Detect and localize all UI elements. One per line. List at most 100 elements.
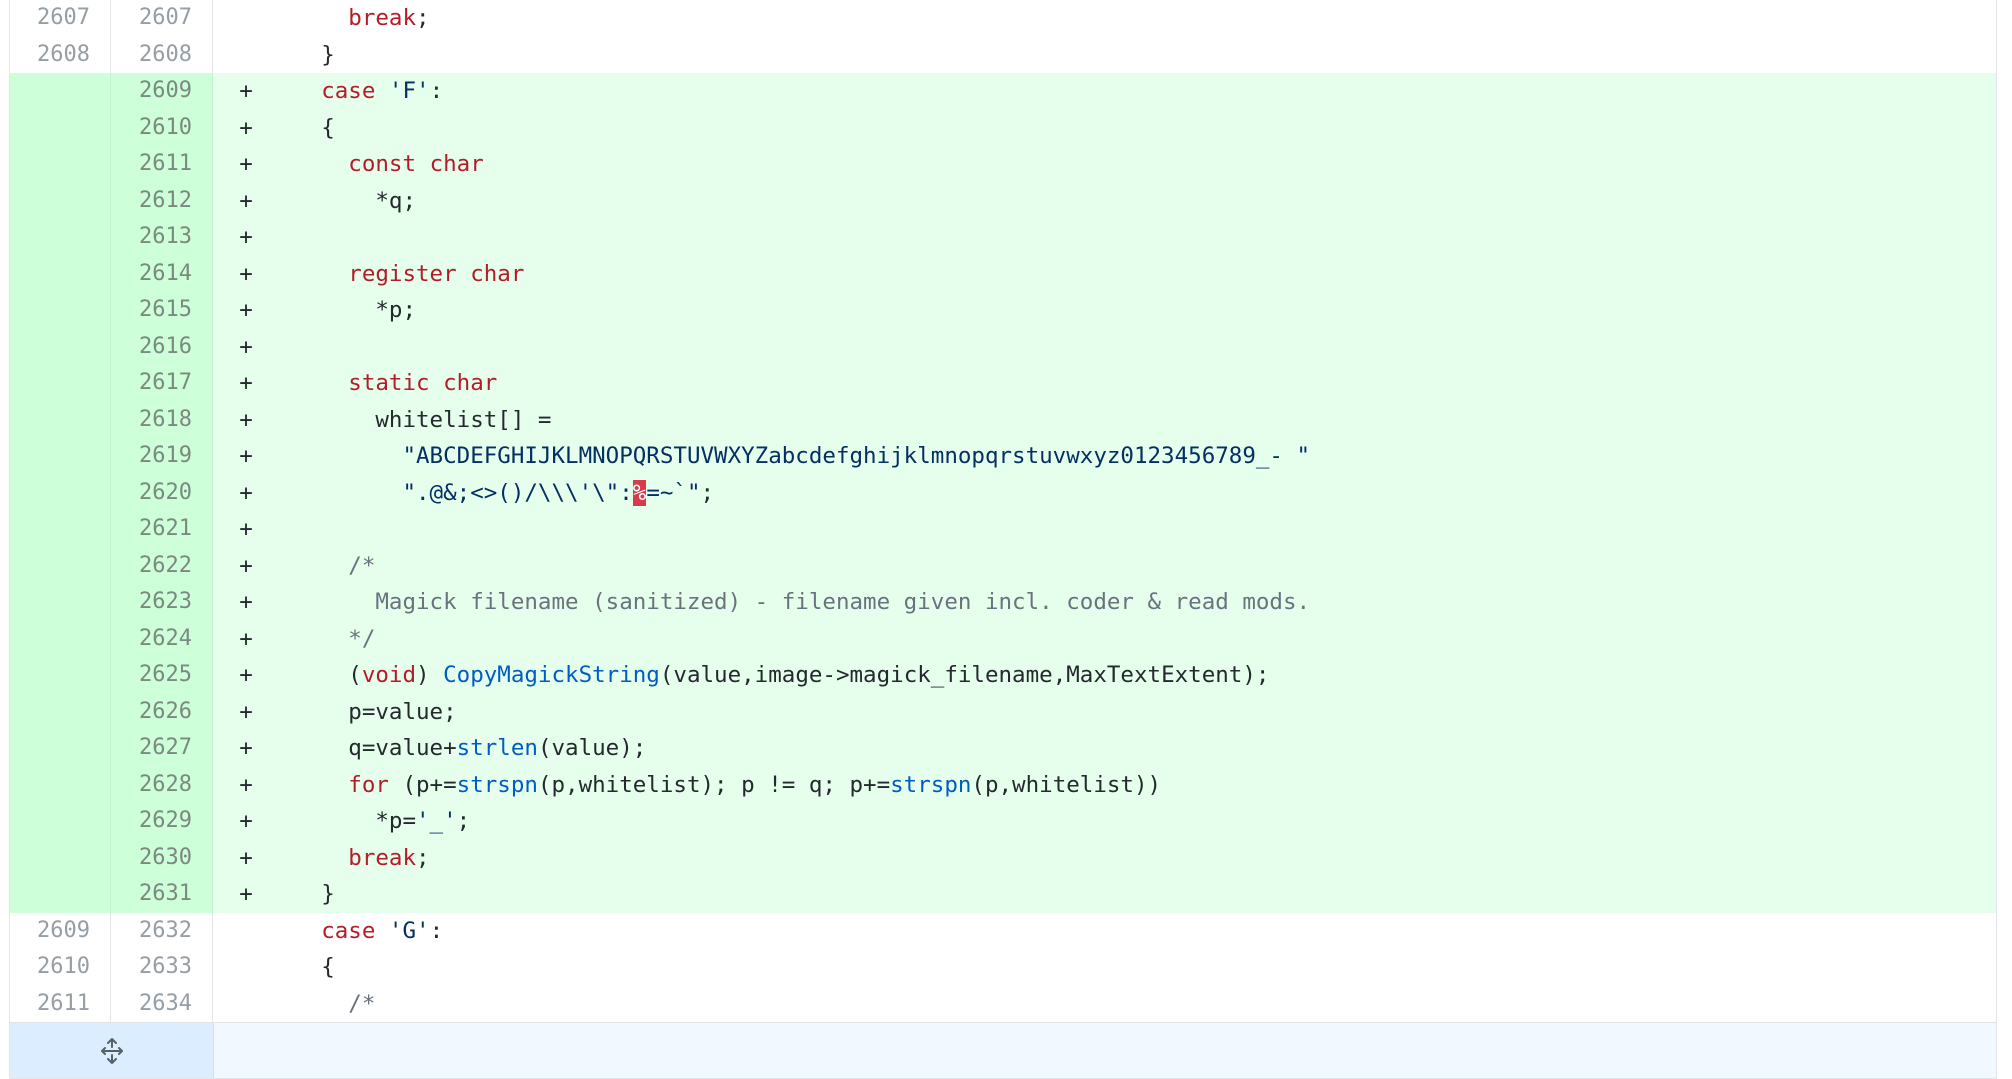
- old-line-number[interactable]: [10, 876, 111, 913]
- old-line-number[interactable]: 2611: [10, 985, 111, 1022]
- new-line-number[interactable]: 2632: [111, 912, 213, 949]
- new-line-number[interactable]: 2629: [111, 803, 213, 840]
- new-line-number[interactable]: 2607: [111, 0, 213, 37]
- new-line-number[interactable]: 2618: [111, 401, 213, 438]
- new-line-number[interactable]: 2616: [111, 328, 213, 365]
- new-line-number[interactable]: 2613: [111, 219, 213, 256]
- diff-marker: +: [239, 406, 253, 433]
- old-line-number[interactable]: 2608: [10, 36, 111, 73]
- new-line-number[interactable]: 2623: [111, 584, 213, 621]
- old-line-number[interactable]: [10, 839, 111, 876]
- new-line-number[interactable]: 2610: [111, 109, 213, 146]
- old-line-number[interactable]: [10, 620, 111, 657]
- old-line-number[interactable]: [10, 255, 111, 292]
- new-line-number[interactable]: 2617: [111, 365, 213, 402]
- old-line-number[interactable]: [10, 146, 111, 183]
- old-line-number[interactable]: [10, 328, 111, 365]
- new-line-number[interactable]: 2615: [111, 292, 213, 329]
- code-content: register char: [267, 256, 1996, 293]
- old-line-number[interactable]: [10, 584, 111, 621]
- code-token: '_': [416, 808, 457, 834]
- code-token: (value);: [537, 735, 647, 761]
- diff-marker: +: [239, 370, 253, 396]
- code-token: break: [348, 844, 417, 871]
- new-line-number[interactable]: 2628: [111, 766, 213, 803]
- diff-line-context: 2608 2608 }: [10, 36, 1996, 73]
- new-line-number[interactable]: 2619: [111, 438, 213, 475]
- new-line-number[interactable]: 2621: [111, 511, 213, 548]
- diff-marker: +: [239, 844, 253, 871]
- old-line-number[interactable]: 2607: [10, 0, 111, 37]
- code-token: 'F': [388, 78, 430, 104]
- old-line-number[interactable]: [10, 511, 111, 548]
- code-token: case: [321, 917, 376, 944]
- code-token: 'G': [388, 917, 430, 944]
- diff-marker: +: [239, 625, 253, 652]
- diff-marker: +: [239, 297, 253, 323]
- code-token: for: [348, 771, 389, 798]
- new-line-number[interactable]: 2631: [111, 876, 213, 913]
- code-token: (value,image->magick_filename,MaxTextExt…: [659, 662, 1270, 688]
- diff-marker: +: [239, 260, 253, 287]
- expand-button[interactable]: [10, 1023, 214, 1078]
- code-content: /*: [267, 548, 1996, 585]
- old-line-number[interactable]: [10, 803, 111, 840]
- new-line-number[interactable]: 2611: [111, 146, 213, 183]
- old-line-number[interactable]: [10, 730, 111, 767]
- old-line-number[interactable]: 2610: [10, 949, 111, 986]
- new-line-number[interactable]: 2608: [111, 36, 213, 73]
- code-content: /*: [267, 986, 1996, 1023]
- code-token: Magick filename (sanitized) - filename g…: [375, 589, 1311, 615]
- code-token: q=value+: [348, 735, 457, 761]
- new-line-number[interactable]: 2626: [111, 693, 213, 730]
- diff-marker: +: [239, 224, 253, 250]
- new-line-number[interactable]: 2627: [111, 730, 213, 767]
- old-line-number[interactable]: [10, 474, 111, 511]
- new-line-number[interactable]: 2630: [111, 839, 213, 876]
- code-token: {: [321, 954, 335, 980]
- diff-line-added: 2609 + case 'F':: [10, 73, 1996, 110]
- old-line-number[interactable]: [10, 219, 111, 256]
- diff-line-added: 2614 + register char: [10, 255, 1996, 293]
- old-line-number[interactable]: [10, 365, 111, 402]
- code-content: [267, 511, 1996, 548]
- code-token: ): [416, 662, 444, 688]
- old-line-number[interactable]: [10, 547, 111, 584]
- old-line-number[interactable]: [10, 657, 111, 694]
- old-line-number[interactable]: [10, 401, 111, 438]
- new-line-number[interactable]: 2625: [111, 657, 213, 694]
- old-line-number[interactable]: [10, 693, 111, 730]
- new-line-number[interactable]: 2609: [111, 73, 213, 110]
- new-line-number[interactable]: 2624: [111, 620, 213, 657]
- new-line-number[interactable]: 2614: [111, 255, 213, 292]
- expand-icon: [100, 1037, 123, 1064]
- code-token: :: [429, 917, 444, 944]
- old-line-number[interactable]: [10, 109, 111, 146]
- new-line-number[interactable]: 2612: [111, 182, 213, 219]
- old-line-number[interactable]: [10, 292, 111, 329]
- old-line-number[interactable]: [10, 438, 111, 475]
- code-token: const: [348, 151, 417, 177]
- old-line-number[interactable]: 2609: [10, 912, 111, 949]
- new-line-number[interactable]: 2634: [111, 985, 213, 1022]
- new-line-number[interactable]: 2620: [111, 474, 213, 511]
- code-token: (p+=: [388, 771, 457, 798]
- old-line-number[interactable]: [10, 73, 111, 110]
- diff-line-added: 2611 + const char: [10, 146, 1996, 183]
- new-line-number[interactable]: 2633: [111, 949, 213, 986]
- code-token: }: [321, 881, 335, 907]
- old-line-number[interactable]: [10, 182, 111, 219]
- old-line-number[interactable]: [10, 766, 111, 803]
- new-line-number[interactable]: 2622: [111, 547, 213, 584]
- diff-line-added: 2622 + /*: [10, 547, 1996, 585]
- code-token: /*: [348, 552, 376, 579]
- diff-marker: +: [239, 698, 253, 725]
- code-token: strspn: [890, 771, 972, 798]
- code-content: static char: [267, 365, 1996, 402]
